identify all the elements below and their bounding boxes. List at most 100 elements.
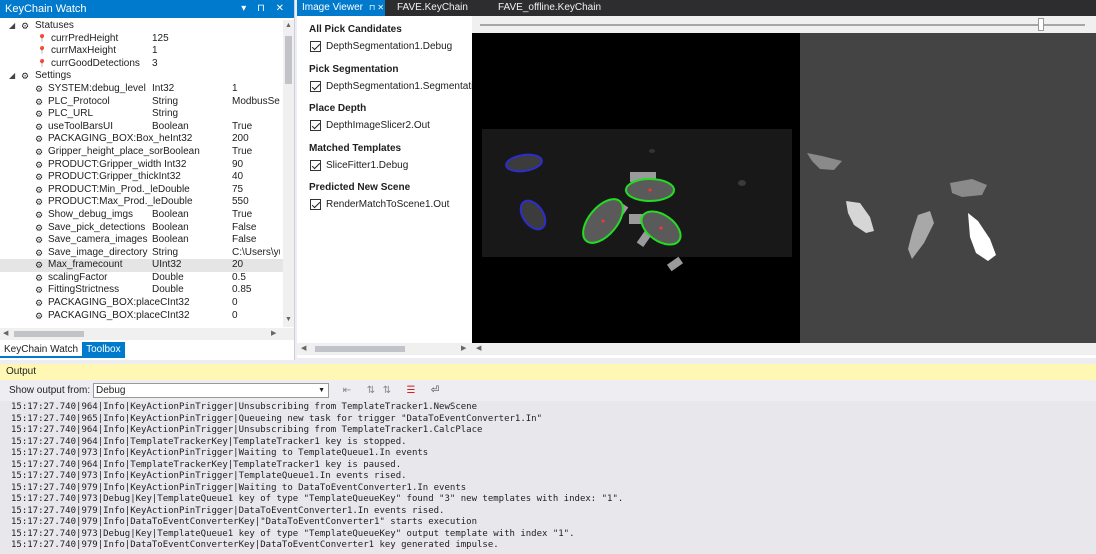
setting-row[interactable]: ⚙ Max_framecount UInt32 20 (0, 259, 283, 272)
scroll-up-icon[interactable]: ▲ (285, 22, 292, 29)
setting-row[interactable]: ⚙ PLC_URL String (0, 108, 283, 121)
gear-icon: ⚙ (35, 235, 44, 246)
setting-value[interactable]: True (232, 209, 280, 222)
setting-row[interactable]: ⚙ PRODUCT:Min_Prod._leDouble 75 (0, 184, 283, 197)
setting-value[interactable]: 40 (232, 171, 280, 184)
setting-value[interactable]: True (232, 121, 280, 134)
scroll-thumb[interactable] (285, 36, 292, 84)
tab-fave-keychain[interactable]: FAVE.KeyChain (392, 0, 468, 16)
next-message-icon[interactable]: ⇅ (380, 384, 394, 397)
setting-value[interactable]: 20 (232, 259, 280, 272)
expand-arrow-icon[interactable]: ◢ (9, 70, 15, 83)
tree-group-row[interactable]: ◢ ⚙ Settings (0, 70, 283, 83)
layer-checkbox[interactable] (310, 80, 321, 92)
setting-value[interactable]: C:\Users\yu (232, 247, 280, 260)
layer-checkbox-row[interactable]: DepthSegmentation1.Debug (310, 41, 452, 52)
panel-window-buttons[interactable]: ▾ ⊓ ✕ (241, 0, 288, 18)
setting-type: UInt32 (152, 259, 182, 271)
frame-slider[interactable] (472, 16, 1096, 33)
image-canvas[interactable] (472, 33, 1096, 343)
image-viewer: All Pick Candidates DepthSegmentation1.De… (297, 16, 1096, 358)
setting-row[interactable]: ⚙ PRODUCT:Gripper_thickInt32 40 (0, 171, 283, 184)
setting-row[interactable]: ⚙ PACKAGING_BOX:placeCInt32 0 (0, 310, 283, 323)
layer-checkbox-row[interactable]: SliceFitter1.Debug (310, 159, 408, 171)
setting-row[interactable]: ⚙ PLC_Protocol String ModbusSer (0, 96, 283, 109)
scroll-left-icon[interactable]: ◀ (301, 343, 306, 355)
expand-arrow-icon[interactable]: ◢ (9, 20, 15, 33)
setting-row[interactable]: ⚙ SYSTEM:debug_level Int32 1 (0, 83, 283, 96)
property-tree[interactable]: ◢ ⚙ Statuses 📍 currPredHeight 125 📍 currMaxHeig… (0, 20, 283, 327)
slider-thumb[interactable] (1038, 18, 1044, 31)
status-row[interactable]: 📍 currPredHeight 125 (0, 33, 283, 46)
setting-value[interactable]: 90 (232, 159, 280, 172)
find-message-icon[interactable]: ⇤ (340, 384, 354, 397)
pin-close-icons[interactable]: ⊓ ✕ (369, 3, 384, 12)
setting-row[interactable]: ⚙ Save_pick_detections Boolean False (0, 222, 283, 235)
layer-checkbox-row[interactable]: RenderMatchToScene1.Out (310, 199, 449, 210)
clear-all-icon[interactable]: ☰ (404, 384, 418, 397)
scroll-left-icon[interactable]: ◀ (476, 343, 481, 355)
status-row[interactable]: 📍 currGoodDetections 3 (0, 58, 283, 71)
scroll-right-icon[interactable]: ▶ (461, 343, 466, 355)
tree-group-label: Statuses (35, 20, 74, 31)
setting-name: Gripper_height_place_sorBoolean (48, 145, 200, 157)
setting-value[interactable]: 0.5 (232, 272, 280, 285)
setting-name: PRODUCT:Max_Prod._leDouble (48, 196, 193, 208)
scroll-left-icon[interactable]: ◀ (3, 328, 8, 340)
tree-horizontal-scrollbar[interactable]: ◀ ▶ (0, 328, 294, 340)
output-log[interactable]: 15:17:27.740|964|Info|KeyActionPinTrigge… (0, 401, 1096, 554)
setting-value[interactable]: 0 (232, 310, 280, 323)
output-source-dropdown[interactable]: Debug ▼ (93, 383, 329, 398)
layer-checkbox[interactable] (310, 199, 321, 210)
canvas-scrollbar[interactable]: ◀ (472, 343, 1096, 355)
setting-row[interactable]: ⚙ useToolBarsUI Boolean True (0, 121, 283, 134)
setting-row[interactable]: ⚙ FittingStrictness Double 0.85 (0, 284, 283, 297)
setting-row[interactable]: ⚙ Show_debug_imgs Boolean True (0, 209, 283, 222)
setting-value[interactable]: 0 (232, 297, 280, 310)
layer-group-title: Matched Templates (309, 142, 402, 154)
prev-message-icon[interactable]: ⇅ (364, 384, 378, 397)
setting-value[interactable]: 1 (232, 83, 280, 96)
scroll-thumb[interactable] (315, 346, 405, 352)
word-wrap-icon[interactable]: ⏎ (428, 384, 442, 397)
setting-row[interactable]: ⚙ Save_image_directory String C:\Users\yu (0, 247, 283, 260)
layer-list-scrollbar[interactable]: ◀ ▶ (297, 343, 472, 355)
scroll-down-icon[interactable]: ▼ (285, 316, 292, 323)
tab-toolbox[interactable]: Toolbox (82, 342, 125, 358)
setting-row[interactable]: ⚙ Save_camera_images Boolean False (0, 234, 283, 247)
setting-row[interactable]: ⚙ PACKAGING_BOX:Box_heInt32 200 (0, 133, 283, 146)
setting-value[interactable]: 75 (232, 184, 280, 197)
setting-row[interactable]: ⚙ PRODUCT:Gripper_width Int32 90 (0, 159, 283, 172)
tab-fave-offline-keychain[interactable]: FAVE_offline.KeyChain (493, 0, 601, 16)
setting-row[interactable]: ⚙ Gripper_height_place_sorBoolean True (0, 146, 283, 159)
layer-list: All Pick Candidates DepthSegmentation1.De… (297, 16, 472, 342)
setting-value[interactable]: 200 (232, 133, 280, 146)
layer-checkbox[interactable] (310, 120, 321, 131)
status-name: currGoodDetections (51, 57, 140, 69)
layer-checkbox-row[interactable]: DepthImageSlicer2.Out (310, 120, 430, 131)
setting-row[interactable]: ⚙ scalingFactor Double 0.5 (0, 272, 283, 285)
setting-value[interactable]: 550 (232, 196, 280, 209)
setting-row[interactable]: ⚙ PACKAGING_BOX:placeCInt32 0 (0, 297, 283, 310)
layer-checkbox[interactable] (310, 41, 321, 52)
setting-value[interactable]: False (232, 234, 280, 247)
setting-value[interactable]: False (232, 222, 280, 235)
setting-name: Save_camera_images (48, 234, 148, 246)
slider-track (480, 24, 1085, 26)
log-line: 15:17:27.740|973|Debug|Key|TemplateQueue… (11, 528, 575, 539)
setting-row[interactable]: ⚙ PRODUCT:Max_Prod._leDouble 550 (0, 196, 283, 209)
status-row[interactable]: 📍 currMaxHeight 1 (0, 45, 283, 58)
scroll-thumb[interactable] (14, 331, 84, 337)
layer-checkbox[interactable] (310, 159, 321, 171)
tree-group-row[interactable]: ◢ ⚙ Statuses (0, 20, 283, 33)
scroll-right-icon[interactable]: ▶ (271, 328, 276, 340)
gear-icon: ⚙ (21, 71, 30, 82)
setting-name: PACKAGING_BOX:Box_heInt32 (48, 133, 193, 145)
tab-image-viewer[interactable]: Image Viewer ⊓ ✕ (297, 0, 385, 16)
setting-value[interactable]: 0.85 (232, 284, 280, 297)
setting-value[interactable]: True (232, 146, 280, 159)
layer-checkbox-row[interactable]: DepthSegmentation1.Segmentation (310, 80, 472, 92)
setting-value[interactable]: ModbusSer (232, 96, 280, 109)
tree-vertical-scrollbar[interactable]: ▲ ▼ (283, 20, 294, 327)
tab-keychain-watch[interactable]: KeyChain Watch (0, 342, 83, 358)
